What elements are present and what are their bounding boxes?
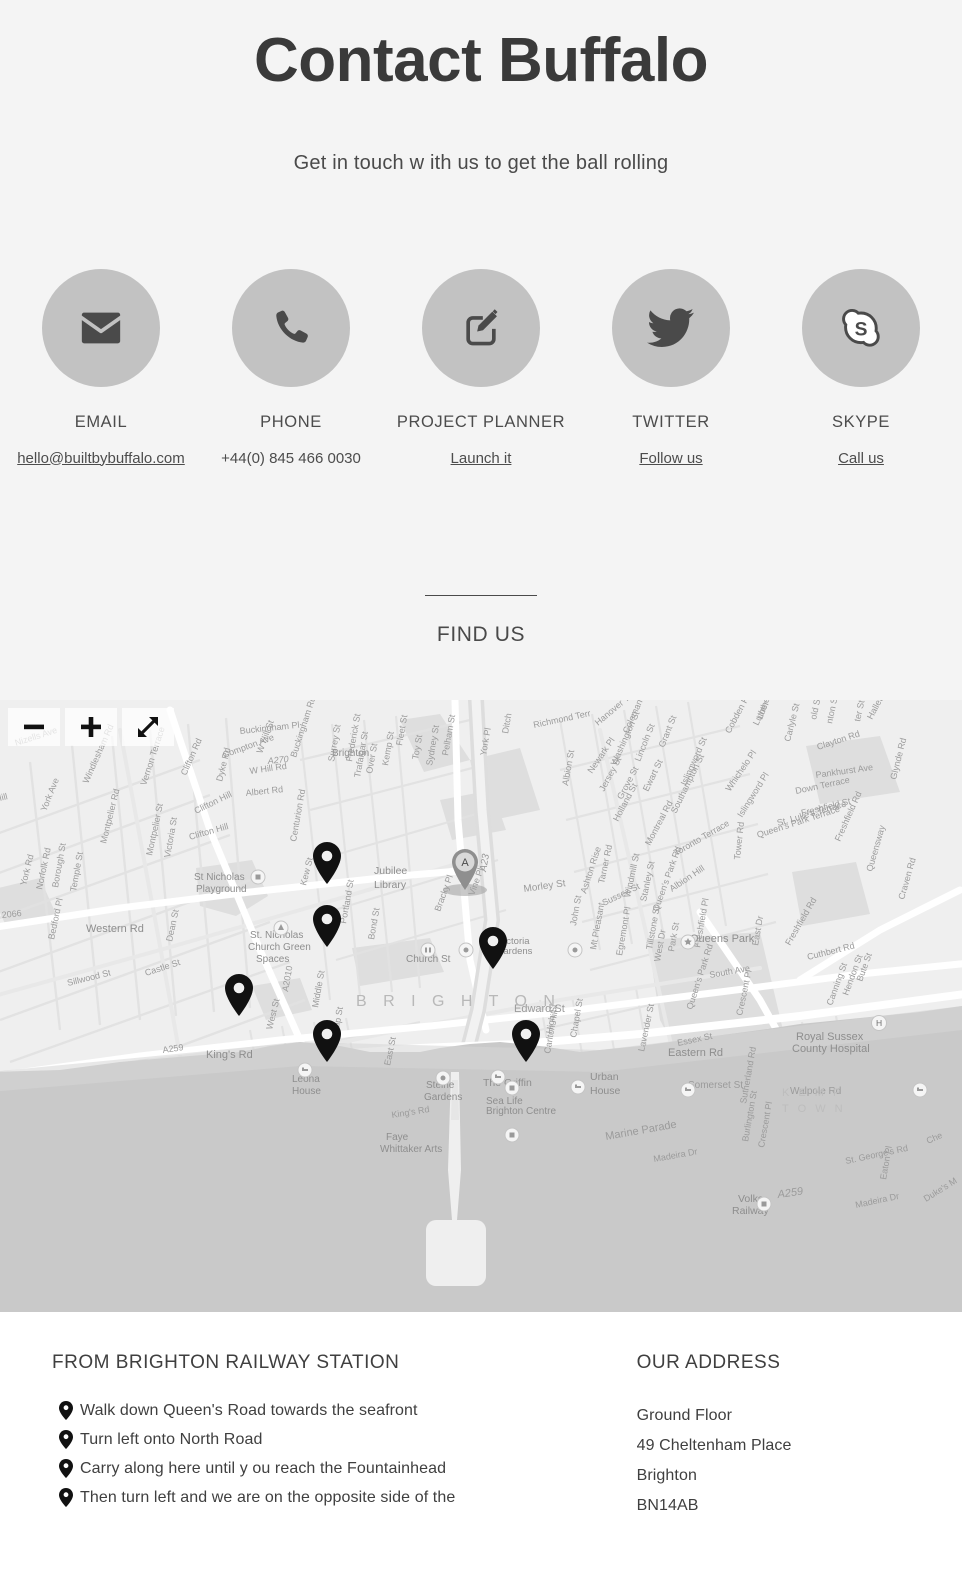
expand-arrows-icon <box>137 717 158 737</box>
svg-text:B R I G H T O N: B R I G H T O N <box>356 993 561 1010</box>
phone-icon-circle[interactable] <box>232 268 350 387</box>
section-divider <box>425 594 537 596</box>
map-pin-icon <box>52 1401 80 1420</box>
address-lines: Ground Floor 49 Cheltenham Place Brighto… <box>637 1401 910 1521</box>
svg-text:Brighton Centre: Brighton Centre <box>486 1106 556 1117</box>
direction-step-text: Turn left onto North Road <box>80 1430 263 1448</box>
direction-step-text: Walk down Queen's Road towards the seafr… <box>80 1401 418 1419</box>
page-subtitle: Get in touch w ith us to get the ball ro… <box>293 151 669 174</box>
contact-item-project-planner[interactable]: PROJECT PLANNER Launch it <box>386 268 576 467</box>
map-embed[interactable]: Nizells Ave Vernon Terrace Buckingham Pl… <box>0 700 962 1312</box>
svg-text:Gardens: Gardens <box>424 1092 462 1103</box>
map-canvas[interactable]: Nizells Ave Vernon Terrace Buckingham Pl… <box>0 700 962 1312</box>
hero-section: Contact Buffalo Get in touch w ith us to… <box>0 0 962 175</box>
zoom-in-button[interactable] <box>65 708 117 746</box>
address-title: OUR ADDRESS <box>636 1352 781 1373</box>
svg-text:T O W N: T O W N <box>782 1103 846 1115</box>
direction-step-text: Carry along here until y ou reach the Fo… <box>80 1459 447 1477</box>
contact-page: Contact Buffalo Get in touch w ith us to… <box>0 0 962 1588</box>
pencil-square-icon <box>466 308 498 345</box>
svg-text:House: House <box>292 1086 321 1097</box>
map-pin-marker[interactable] <box>310 840 344 886</box>
contact-value-skype[interactable]: Call us <box>766 450 956 467</box>
twitter-bird-icon <box>647 307 694 347</box>
address-column: OUR ADDRESS Ground Floor 49 Cheltenham P… <box>637 1352 910 1521</box>
contact-label-skype: SKYPE <box>831 412 891 431</box>
envelope-icon <box>81 312 121 343</box>
phone-icon <box>276 310 308 343</box>
directions-column: FROM BRIGHTON RAILWAY STATION Walk down … <box>52 1352 637 1521</box>
contact-value-email[interactable]: hello@builtbybuffalo.com <box>6 450 196 467</box>
directions-list: Walk down Queen's Road towards the seafr… <box>52 1401 637 1507</box>
svg-text:S: S <box>855 319 868 340</box>
address-line: Ground Floor <box>636 1407 733 1424</box>
svg-text:Library: Library <box>374 879 407 891</box>
find-us-section: FIND US <box>0 594 962 647</box>
envelope-icon-circle[interactable] <box>42 268 160 387</box>
skype-icon-circle[interactable]: S <box>802 268 920 387</box>
contact-value-project-planner[interactable]: Launch it <box>386 450 576 467</box>
svg-text:House: House <box>590 1085 621 1097</box>
list-item: Turn left onto North Road <box>52 1430 637 1449</box>
svg-text:2066: 2066 <box>1 908 22 920</box>
svg-text:Jubilee: Jubilee <box>374 865 407 877</box>
list-item: Carry along here until y ou reach the Fo… <box>52 1459 637 1478</box>
map-pin-marker[interactable] <box>476 925 510 971</box>
list-item: Then turn left and we are on the opposit… <box>52 1488 637 1507</box>
find-us-title: FIND US <box>436 622 526 646</box>
address-line: Brighton <box>636 1467 697 1484</box>
map-pin-marker[interactable] <box>222 972 256 1018</box>
map-pin-marker[interactable] <box>310 1018 344 1064</box>
svg-text:H: H <box>876 1018 882 1028</box>
zoom-out-button[interactable] <box>8 708 60 746</box>
contact-methods-row: EMAIL hello@builtbybuffalo.com PHONE +44… <box>0 268 962 467</box>
contact-item-email[interactable]: EMAIL hello@builtbybuffalo.com <box>6 268 196 467</box>
pencil-square-icon-circle[interactable] <box>422 268 540 387</box>
map-pin-icon <box>52 1459 80 1478</box>
minus-icon <box>23 724 44 730</box>
map-pin-icon <box>52 1430 80 1449</box>
contact-label-email: EMAIL <box>74 412 128 431</box>
svg-text:Western Rd: Western Rd <box>86 923 144 935</box>
address-line: BN14AB <box>636 1497 699 1514</box>
svg-text:Church Green: Church Green <box>248 942 311 953</box>
map-pin-marker[interactable] <box>310 903 344 949</box>
plus-icon <box>80 717 101 737</box>
svg-text:County Hospital: County Hospital <box>792 1043 870 1055</box>
directions-title: FROM BRIGHTON RAILWAY STATION <box>52 1352 400 1373</box>
contact-item-phone[interactable]: PHONE +44(0) 845 466 0030 <box>196 268 386 467</box>
info-panel: FROM BRIGHTON RAILWAY STATION Walk down … <box>0 1312 962 1588</box>
svg-text:Urban: Urban <box>590 1071 619 1083</box>
page-title: Contact Buffalo <box>253 26 709 95</box>
svg-text:Eastern Rd: Eastern Rd <box>668 1047 723 1059</box>
direction-step-text: Then turn left and we are on the opposit… <box>80 1488 456 1506</box>
skype-icon: S <box>842 308 880 347</box>
contact-value-phone: +44(0) 845 466 0030 <box>221 449 361 467</box>
map-pin-marker[interactable] <box>509 1018 543 1064</box>
list-item: Walk down Queen's Road towards the seafr… <box>52 1401 637 1420</box>
svg-text:A: A <box>461 857 469 869</box>
svg-text:Playground: Playground <box>196 884 247 895</box>
svg-text:St Nicholas: St Nicholas <box>194 872 245 883</box>
svg-text:King's Rd: King's Rd <box>206 1049 253 1061</box>
twitter-bird-icon-circle[interactable] <box>612 268 730 387</box>
svg-text:Whittaker Arts: Whittaker Arts <box>380 1144 442 1155</box>
contact-label-phone: PHONE <box>260 412 322 431</box>
contact-value-twitter[interactable]: Follow us <box>576 450 766 467</box>
svg-text:Royal Sussex: Royal Sussex <box>796 1031 864 1043</box>
svg-text:Faye: Faye <box>386 1132 409 1143</box>
svg-text:K E M P: K E M P <box>782 1087 843 1099</box>
svg-text:Spaces: Spaces <box>256 954 289 965</box>
address-line: 49 Cheltenham Place <box>636 1437 792 1454</box>
contact-label-twitter: TWITTER <box>632 412 710 431</box>
map-controls[interactable] <box>8 708 174 746</box>
contact-item-twitter[interactable]: TWITTER Follow us <box>576 268 766 467</box>
contact-label-project-planner: PROJECT PLANNER <box>396 412 566 431</box>
contact-item-skype[interactable]: S SKYPE Call us <box>766 268 956 467</box>
fullscreen-button[interactable] <box>122 708 174 746</box>
map-pin-icon <box>52 1488 80 1507</box>
svg-text:Somerset St: Somerset St <box>688 1080 743 1091</box>
